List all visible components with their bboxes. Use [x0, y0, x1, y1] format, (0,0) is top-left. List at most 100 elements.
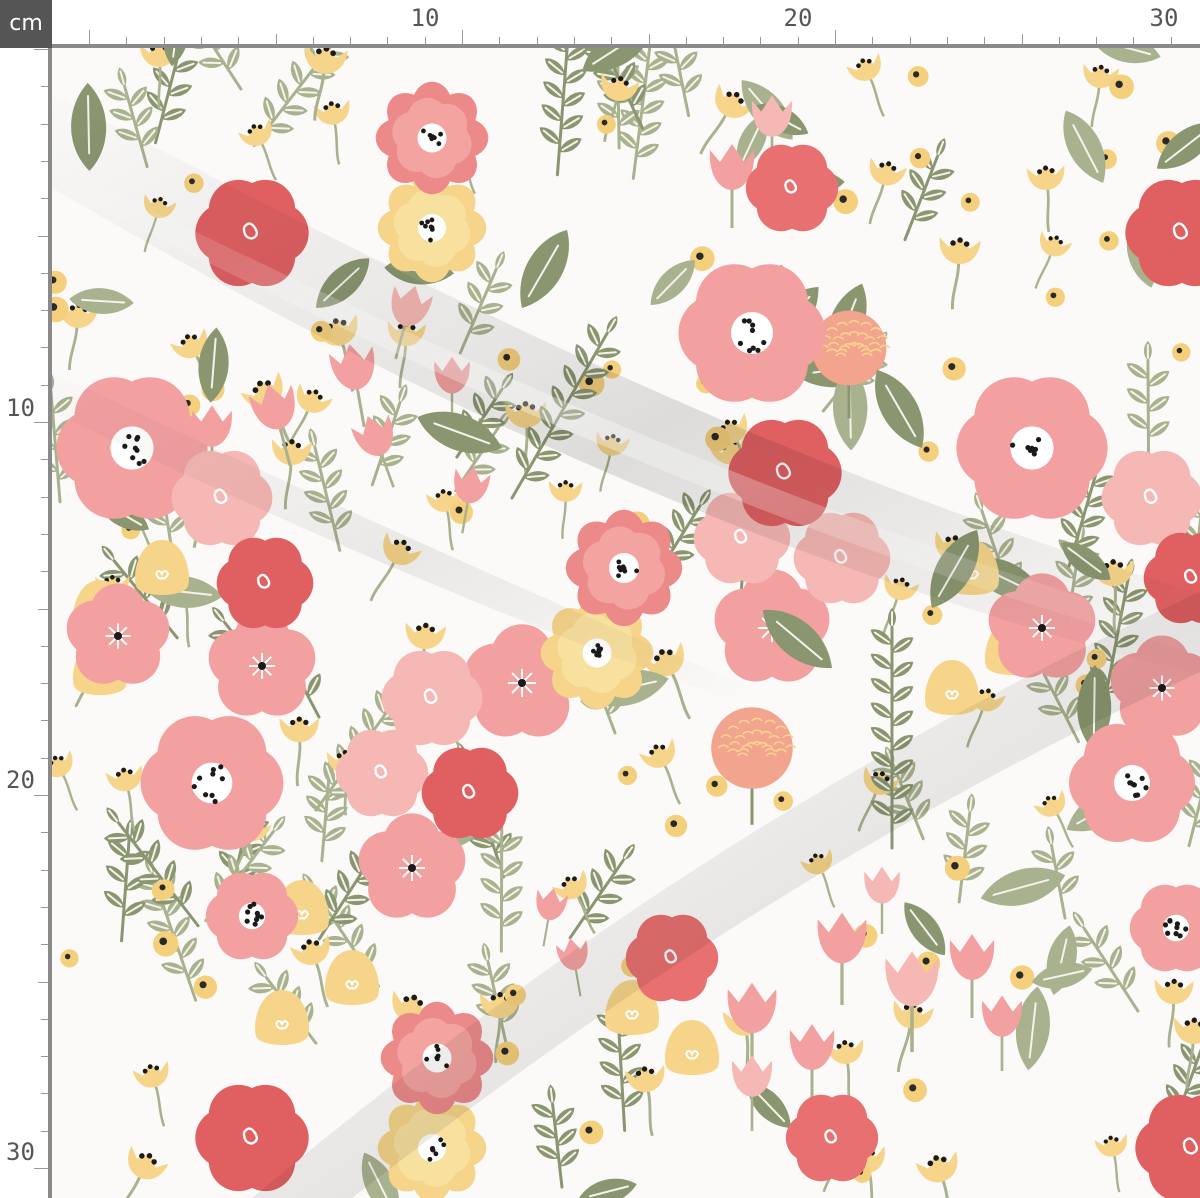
poppy-seed	[1139, 775, 1145, 781]
poppy-seed	[245, 909, 251, 915]
flower-seed	[429, 217, 435, 223]
anemone-petal	[66, 600, 122, 656]
poppy-seed	[737, 340, 744, 347]
left-ruler-label-30: 30	[6, 1138, 35, 1166]
top-ruler-tick	[200, 37, 202, 44]
poppy-seed	[746, 348, 753, 354]
leaf-vein	[123, 857, 143, 860]
left-ruler-tick	[41, 123, 48, 125]
left-ruler-tick	[41, 496, 48, 498]
berry-dot	[923, 446, 930, 453]
berry-dot	[607, 364, 613, 371]
leaf-vein	[249, 866, 268, 870]
anemone-center	[114, 632, 122, 640]
left-ruler-edge	[48, 48, 52, 1198]
left-ruler-tick	[41, 310, 48, 312]
poppy-flower	[785, 1094, 879, 1182]
top-ruler-tick	[1096, 37, 1098, 44]
poppy-seed	[212, 798, 218, 805]
poppy-seed	[1174, 921, 1181, 927]
poppy-seed	[130, 455, 136, 461]
left-ruler-tick	[38, 608, 48, 610]
leaf-vein	[128, 822, 132, 838]
left-ruler-tick	[41, 1093, 48, 1095]
flower-seed	[622, 568, 628, 574]
top-ruler-label-10: 10	[410, 4, 440, 32]
poppy-core	[355, 746, 409, 800]
top-ruler-tick	[499, 37, 501, 44]
left-ruler-tick	[41, 459, 48, 461]
poppy-seed	[1032, 446, 1039, 452]
top-ruler-tick	[760, 37, 762, 44]
left-ruler-label-20: 20	[6, 766, 35, 794]
berry-dot	[1050, 292, 1057, 299]
flower-seed	[425, 219, 430, 225]
top-ruler-tick	[573, 37, 575, 44]
poppy-seed	[141, 458, 147, 465]
leaf-vein	[262, 848, 282, 852]
poppy-seed	[218, 764, 224, 770]
top-ruler-tick	[872, 37, 874, 44]
left-ruler-tick	[41, 533, 48, 535]
berry-dot	[159, 884, 166, 891]
leaf-vein	[139, 877, 159, 881]
left-ruler-tick	[41, 1018, 48, 1020]
poppy-seed	[203, 792, 209, 798]
left-ruler-tick	[41, 944, 48, 946]
flower-seed	[429, 227, 435, 232]
poppy-seed	[1167, 918, 1173, 924]
top-ruler-tick	[1021, 34, 1023, 44]
leaf-vein	[108, 836, 127, 840]
left-ruler-tick	[41, 198, 48, 200]
poppy-seed	[219, 776, 225, 782]
berry-dot	[711, 780, 718, 788]
left-ruler-tick	[41, 720, 48, 722]
berry-dot	[601, 119, 608, 126]
stamen	[296, 716, 302, 722]
flower-seed	[441, 1142, 447, 1148]
top-ruler-tick	[611, 37, 613, 44]
top-ruler-tick	[163, 37, 165, 44]
leaf-vein	[312, 73, 332, 76]
poppy-seed	[1035, 437, 1042, 443]
leaf-vein	[298, 90, 318, 94]
flower-seed	[594, 650, 600, 656]
poppy-seed	[1127, 780, 1133, 786]
flower-seed	[419, 220, 425, 226]
left-ruler-tick	[41, 906, 48, 908]
left-ruler-tick	[41, 347, 48, 349]
flower-seed	[427, 1156, 433, 1162]
poppy-flower	[216, 537, 314, 629]
poppy-seed	[750, 322, 756, 328]
top-ruler-tick	[238, 37, 240, 44]
top-ruler-tick	[126, 37, 128, 44]
top-ruler-edge	[52, 44, 1200, 48]
left-ruler-tick	[41, 757, 48, 759]
fabric-preview: cm 10 20 30 10 20 30	[0, 0, 1200, 1198]
berry-dot	[914, 153, 922, 160]
unit-badge: cm	[0, 0, 52, 48]
leaf-vein	[284, 108, 304, 112]
left-ruler-tick	[41, 384, 48, 386]
left-ruler-tick	[38, 981, 48, 983]
left-ruler-tick	[41, 1056, 48, 1058]
flower-seed	[430, 1147, 436, 1153]
poppy-flower	[745, 144, 839, 232]
poppy-seed	[1031, 451, 1037, 457]
poppy-seed	[746, 318, 752, 324]
flower-seed	[423, 223, 428, 229]
flower-seed	[620, 564, 626, 570]
berry-dot	[951, 861, 959, 870]
poppy-flower	[421, 747, 519, 839]
floral-fabric-swatch	[52, 48, 1200, 1198]
berry-dot	[948, 363, 956, 371]
anemone-petal	[208, 629, 266, 687]
poppy-core	[403, 669, 461, 727]
berry-dot	[922, 957, 930, 965]
berry-dot	[913, 71, 920, 78]
top-ruler-tick	[275, 34, 277, 44]
leaf-vein	[270, 126, 290, 130]
berry-dot	[585, 1126, 593, 1134]
poppy-seed	[209, 792, 215, 798]
top-ruler-label-30: 30	[1149, 4, 1179, 32]
